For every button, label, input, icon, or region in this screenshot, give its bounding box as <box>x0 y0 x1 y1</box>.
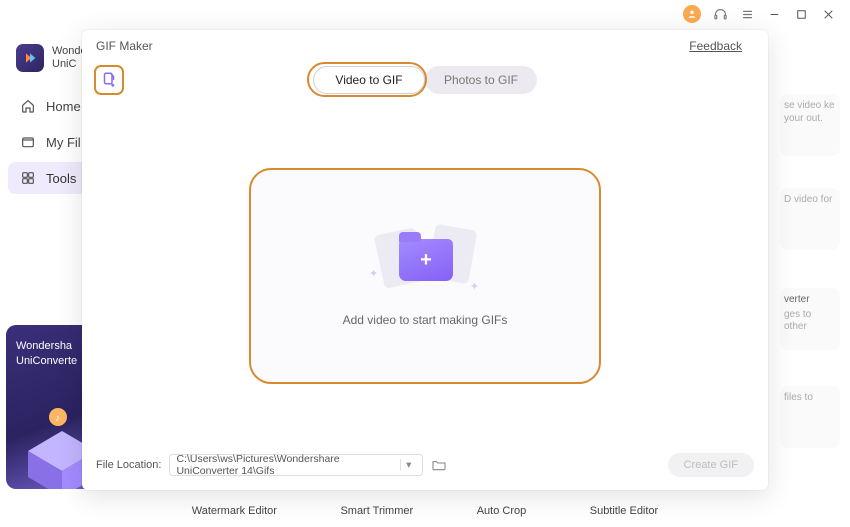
home-icon <box>20 98 36 114</box>
file-location-label: File Location: <box>96 459 161 471</box>
app-window: Wonde UniC Home My Fil To <box>0 0 850 527</box>
files-icon <box>20 134 36 150</box>
footer-tool[interactable]: Subtitle Editor <box>590 505 658 517</box>
maximize-button[interactable] <box>794 7 809 22</box>
footer-tool[interactable]: Smart Trimmer <box>340 505 413 517</box>
bg-card: D video for <box>780 188 840 250</box>
sidebar-item-label: My Fil <box>46 135 81 150</box>
logo-icon <box>16 44 44 72</box>
file-location-path: C:\Users\ws\Pictures\Wondershare UniConv… <box>176 453 396 477</box>
bg-card: verterges to other <box>780 288 840 350</box>
dropzone[interactable]: + ✦ ✦ Add video to start making GIFs <box>249 168 601 384</box>
bg-card: files to <box>780 386 840 448</box>
add-file-button[interactable] <box>94 65 124 95</box>
feedback-link[interactable]: Feedback <box>689 39 742 53</box>
chevron-down-icon[interactable]: ▾ <box>400 459 416 471</box>
sidebar-item-label: Home <box>46 99 81 114</box>
bg-card: se video ke your out. <box>780 94 840 156</box>
modal-toolbar: Video to GIF Photos to GIF <box>82 58 768 102</box>
user-avatar[interactable] <box>683 5 701 23</box>
tools-icon <box>20 170 36 186</box>
sidebar-item-label: Tools <box>46 171 76 186</box>
folder-icon: + <box>399 239 453 281</box>
modal-header: GIF Maker Feedback <box>82 30 768 58</box>
footer-tool[interactable]: Auto Crop <box>477 505 527 517</box>
gif-maker-modal: GIF Maker Feedback Video to GIF Photos t… <box>82 30 768 490</box>
modal-footer: File Location: C:\Users\ws\Pictures\Wond… <box>82 450 768 490</box>
footer-tools: Watermark Editor Smart Trimmer Auto Crop… <box>0 501 850 527</box>
modal-content: + ✦ ✦ Add video to start making GIFs <box>82 102 768 450</box>
file-location-field[interactable]: C:\Users\ws\Pictures\Wondershare UniConv… <box>169 454 423 476</box>
menu-icon[interactable] <box>740 7 755 22</box>
tab-photos-to-gif[interactable]: Photos to GIF <box>425 66 537 94</box>
footer-tool[interactable]: Watermark Editor <box>192 505 277 517</box>
open-folder-icon[interactable] <box>431 457 447 473</box>
tab-group: Video to GIF Photos to GIF <box>313 66 537 94</box>
minimize-button[interactable] <box>767 7 782 22</box>
svg-text:♪: ♪ <box>55 413 60 424</box>
close-button[interactable] <box>821 7 836 22</box>
folder-illustration: + ✦ ✦ <box>375 225 475 295</box>
tab-video-to-gif[interactable]: Video to GIF <box>313 66 425 94</box>
modal-title: GIF Maker <box>96 39 153 53</box>
create-gif-button[interactable]: Create GIF <box>668 453 754 477</box>
drop-instruction: Add video to start making GIFs <box>343 313 508 327</box>
titlebar <box>0 0 850 28</box>
headset-icon[interactable] <box>713 7 728 22</box>
